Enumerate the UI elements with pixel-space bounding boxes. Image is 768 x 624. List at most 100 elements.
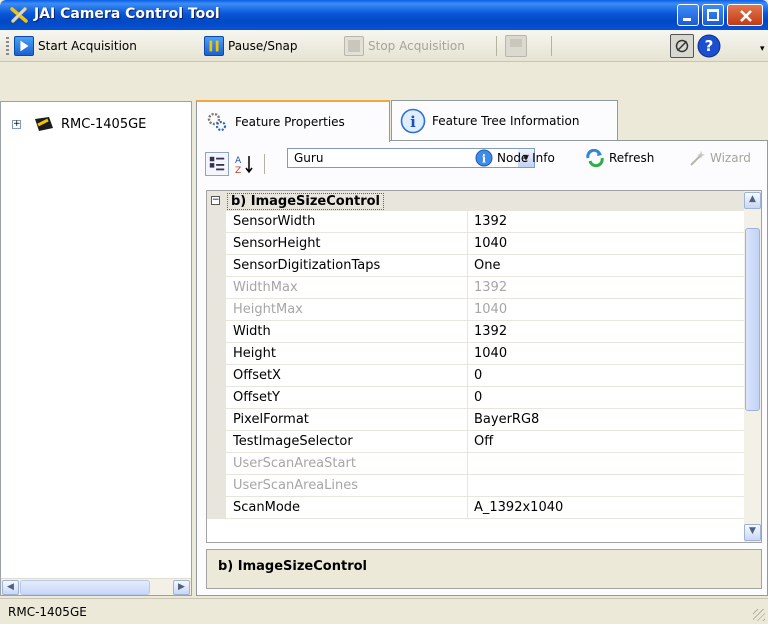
settings-button[interactable]: [670, 34, 694, 58]
row-gutter: [207, 431, 226, 453]
property-value[interactable]: 1040: [468, 343, 744, 365]
row-gutter: [207, 343, 226, 365]
feature-properties-panel: A Z Guru ▼ i Node Info Refresh Wizard − …: [196, 140, 768, 596]
svg-text:i: i: [482, 153, 486, 166]
tab-feature-tree-information[interactable]: i Feature Tree Information: [391, 100, 618, 140]
wand-icon: [690, 151, 705, 166]
refresh-icon: [586, 149, 604, 167]
property-row[interactable]: OffsetX 0: [207, 365, 744, 387]
help-button[interactable]: ?: [697, 34, 721, 58]
pause-snap-button[interactable]: Pause/Snap: [204, 34, 298, 58]
info-icon: i: [400, 108, 426, 133]
row-gutter: [207, 409, 226, 431]
tree-node-camera[interactable]: + RMC-1405GE: [12, 116, 146, 132]
property-row[interactable]: WidthMax 1392: [207, 277, 744, 299]
property-row[interactable]: TestImageSelector Off: [207, 431, 744, 453]
node-info-icon: i: [475, 149, 493, 167]
row-gutter: [207, 387, 226, 409]
sort-az-icon: A Z: [235, 156, 253, 175]
tree-horizontal-scrollbar[interactable]: ◀ ▶: [1, 578, 191, 595]
property-value: [468, 453, 744, 475]
row-gutter: [207, 233, 226, 255]
window-title: JAI Camera Control Tool: [34, 6, 220, 22]
toolbar-overflow-icon[interactable]: ▾: [760, 44, 766, 54]
resize-grip-icon[interactable]: [753, 609, 765, 621]
expand-icon[interactable]: +: [12, 119, 21, 129]
scroll-right-icon[interactable]: ▶: [173, 580, 190, 595]
property-row[interactable]: Height 1040: [207, 343, 744, 365]
save-button[interactable]: [505, 34, 527, 58]
grid-vertical-scrollbar[interactable]: ▲ ▼: [744, 191, 761, 542]
refresh-button[interactable]: Refresh: [585, 149, 654, 167]
property-name: SensorWidth: [226, 211, 468, 233]
maximize-button[interactable]: [702, 4, 724, 26]
property-value: 1392: [468, 277, 744, 299]
toolbar-grip[interactable]: [6, 37, 9, 55]
property-value[interactable]: Off: [468, 431, 744, 453]
scroll-thumb[interactable]: [20, 580, 150, 595]
property-value[interactable]: 1392: [468, 211, 744, 233]
property-grid: − b) ImageSizeControl SensorWidth 1392 Sen…: [206, 190, 762, 543]
property-row[interactable]: UserScanAreaLines: [207, 475, 744, 497]
property-name: TestImageSelector: [226, 431, 468, 453]
row-gutter: [207, 475, 226, 497]
property-value[interactable]: 0: [468, 365, 744, 387]
svg-text:Z: Z: [235, 166, 241, 175]
property-row[interactable]: SensorWidth 1392: [207, 211, 744, 233]
main-toolbar: Start Acquisition Pause/Snap Stop Acquis…: [0, 30, 768, 62]
stop-acquisition-button[interactable]: Stop Acquisition: [344, 34, 465, 58]
property-name: SensorHeight: [226, 233, 468, 255]
property-row[interactable]: PixelFormat BayerRG8: [207, 409, 744, 431]
camera-icon: [35, 117, 53, 131]
app-icon: [10, 7, 28, 23]
property-value[interactable]: A_1392x1040: [468, 497, 744, 519]
row-gutter: [207, 321, 226, 343]
pause-icon: [204, 36, 224, 56]
start-acquisition-button[interactable]: Start Acquisition: [14, 34, 137, 58]
collapse-icon[interactable]: −: [211, 196, 220, 205]
device-tree: + RMC-1405GE ◀ ▶: [0, 101, 192, 596]
alphabetical-sort-button[interactable]: A Z: [232, 152, 258, 176]
settings-icon: [670, 34, 694, 58]
svg-text:A: A: [235, 156, 242, 166]
scroll-left-icon[interactable]: ◀: [2, 580, 19, 595]
tab-feature-properties[interactable]: Feature Properties: [196, 100, 390, 142]
property-value: [468, 475, 744, 497]
property-name: PixelFormat: [226, 409, 468, 431]
scroll-down-icon[interactable]: ▼: [744, 524, 761, 541]
categorized-icon: [209, 156, 225, 171]
property-row[interactable]: ScanMode A_1392x1040: [207, 497, 744, 519]
property-row[interactable]: OffsetY 0: [207, 387, 744, 409]
property-row[interactable]: Width 1392: [207, 321, 744, 343]
title-bar: JAI Camera Control Tool: [0, 0, 768, 30]
property-value[interactable]: 0: [468, 387, 744, 409]
property-row[interactable]: SensorHeight 1040: [207, 233, 744, 255]
minimize-icon: [683, 18, 691, 21]
category-row[interactable]: − b) ImageSizeControl: [207, 191, 744, 211]
property-row[interactable]: SensorDigitizationTaps One: [207, 255, 744, 277]
property-value[interactable]: 1392: [468, 321, 744, 343]
close-button[interactable]: [727, 4, 763, 26]
property-name: OffsetX: [226, 365, 468, 387]
property-row[interactable]: UserScanAreaStart: [207, 453, 744, 475]
play-icon: [14, 36, 34, 56]
svg-text:i: i: [410, 113, 416, 131]
property-value[interactable]: One: [468, 255, 744, 277]
categorized-view-button[interactable]: [205, 152, 229, 176]
property-value[interactable]: BayerRG8: [468, 409, 744, 431]
toolbar-separator: [264, 154, 265, 174]
property-row[interactable]: HeightMax 1040: [207, 299, 744, 321]
row-gutter: [207, 277, 226, 299]
property-name: UserScanAreaStart: [226, 453, 468, 475]
scroll-thumb[interactable]: [745, 228, 760, 411]
node-info-button[interactable]: i Node Info: [475, 149, 555, 167]
property-value: 1040: [468, 299, 744, 321]
property-value[interactable]: 1040: [468, 233, 744, 255]
row-gutter: [207, 299, 226, 321]
wizard-button[interactable]: Wizard: [688, 149, 751, 167]
row-gutter: [207, 497, 226, 519]
property-name: Width: [226, 321, 468, 343]
scroll-up-icon[interactable]: ▲: [744, 192, 761, 209]
close-icon: [740, 10, 752, 22]
minimize-button[interactable]: [677, 4, 699, 26]
